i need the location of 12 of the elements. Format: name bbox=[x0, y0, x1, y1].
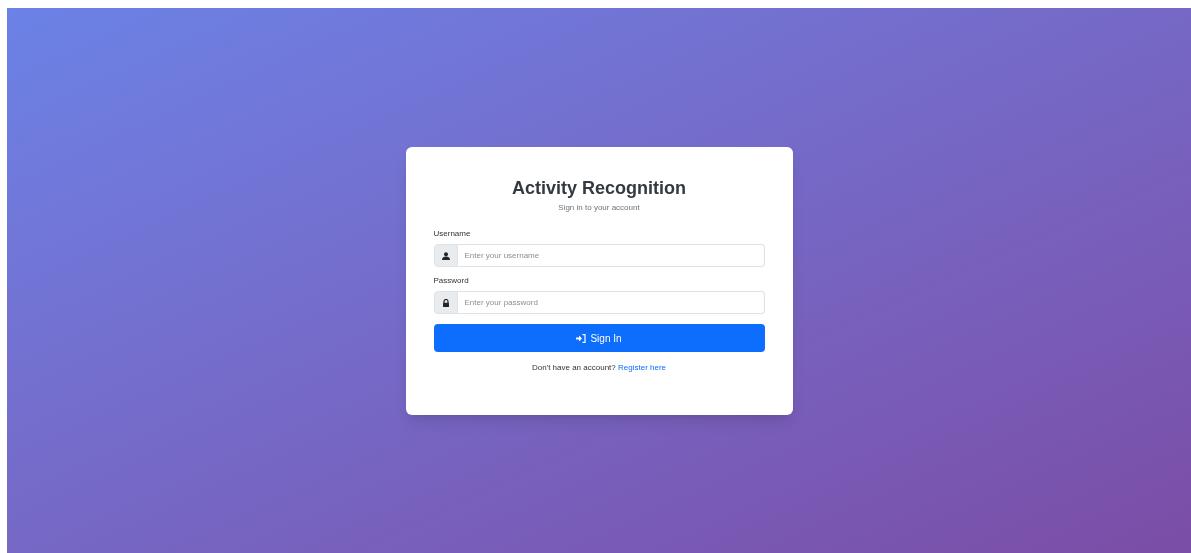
card-subtitle: Sign in to your account bbox=[557, 202, 641, 214]
username-field[interactable]: Enter your username bbox=[457, 244, 765, 267]
user-icon bbox=[441, 251, 450, 260]
field-label: Username bbox=[433, 228, 472, 240]
sign-in-icon bbox=[576, 333, 587, 343]
card-title: Activity Recognition bbox=[511, 176, 687, 199]
register-prompt: Don't have an account? bbox=[531, 363, 616, 372]
lock-icon bbox=[441, 298, 450, 307]
sign-in-button[interactable]: Sign In bbox=[433, 324, 765, 352]
field-label: Password bbox=[433, 275, 470, 287]
password-field[interactable]: Enter your password bbox=[457, 291, 765, 314]
register-link[interactable]: Register here bbox=[618, 363, 667, 372]
